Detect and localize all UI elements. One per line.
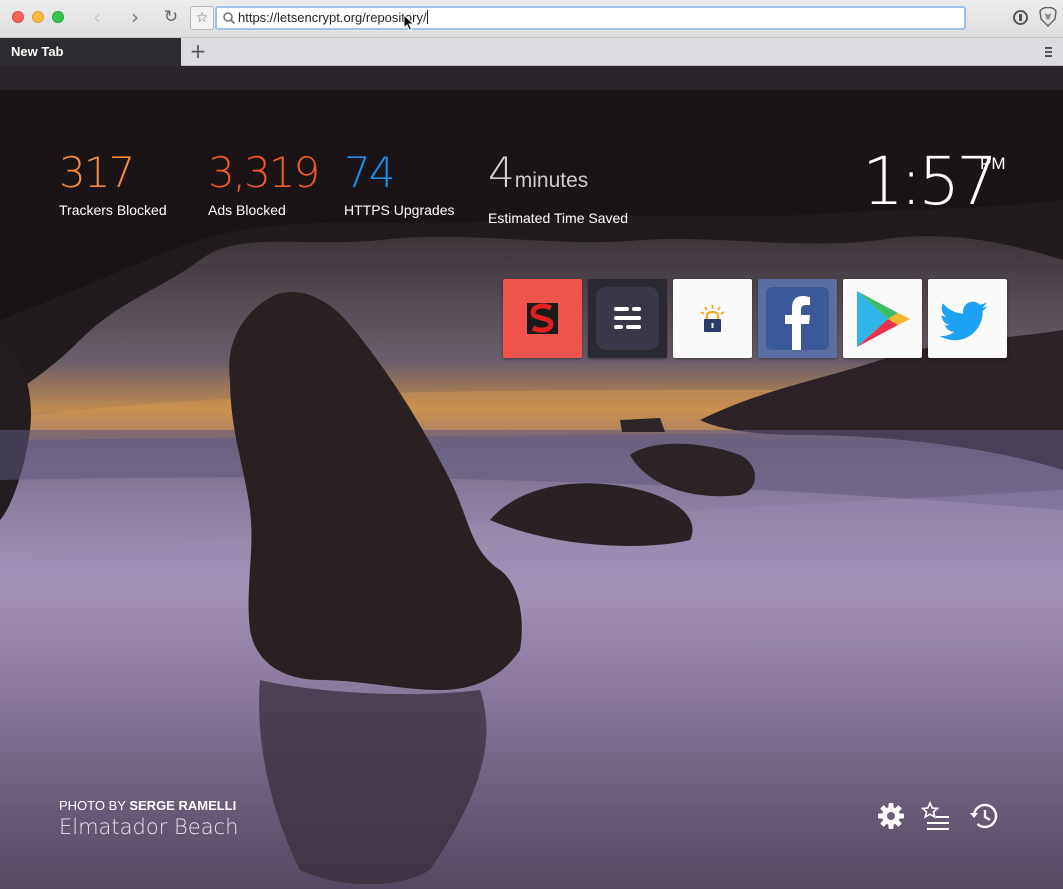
forward-button[interactable]: ›: [124, 6, 146, 30]
stat-time-saved: 4minutes Estimated Time Saved: [488, 150, 629, 227]
new-tab-button[interactable]: +: [188, 40, 208, 62]
stat-https: 74 HTTPS Upgrades: [344, 148, 455, 219]
brave-shields-icon[interactable]: [1039, 7, 1057, 27]
url-text: https://letsencrypt.org/repository/: [238, 10, 427, 25]
site-twitter[interactable]: [928, 279, 1007, 358]
bookmarks-bar: [0, 66, 1063, 90]
clock: 1:57 PM: [862, 143, 1006, 220]
reload-button[interactable]: ↻: [160, 6, 182, 30]
settings-gear-icon[interactable]: [875, 800, 907, 832]
photo-location: Elmatador Beach: [59, 815, 239, 839]
photo-credit: PHOTO BY SERGE RAMELLI Elmatador Beach: [59, 798, 238, 839]
mouse-cursor-icon: [403, 14, 415, 32]
letsencrypt-lock-icon: [700, 305, 725, 332]
time-saved-wrap: 4minutes: [488, 150, 628, 204]
page-info-icon[interactable]: [1013, 10, 1028, 25]
photographer-name: SERGE RAMELLI: [129, 798, 237, 813]
google-play-icon: [857, 291, 910, 347]
tabs-menu-icon[interactable]: [1042, 45, 1054, 59]
top-sites: [503, 279, 1007, 358]
https-label: HTTPS Upgrades: [344, 202, 455, 218]
ads-count: 3,319: [208, 148, 320, 197]
site-facebook[interactable]: [758, 279, 837, 358]
stat-trackers: 317 Trackers Blocked: [59, 148, 167, 219]
footer-actions: [873, 800, 1003, 832]
clock-ampm: PM: [980, 154, 1006, 173]
search-icon: [223, 12, 236, 25]
minimize-window-button[interactable]: [32, 11, 44, 23]
s-logo-icon: [527, 303, 558, 334]
url-text-wrap: https://letsencrypt.org/repository/: [238, 10, 428, 26]
twitter-icon: [939, 301, 988, 341]
history-icon[interactable]: [968, 800, 1000, 832]
address-bar[interactable]: https://letsencrypt.org/repository/: [215, 6, 966, 30]
photo-credit-prefix: PHOTO BY: [59, 798, 126, 813]
bars-logo-icon: [596, 287, 659, 350]
bookmarks-icon[interactable]: [921, 800, 953, 832]
photo-credit-line: PHOTO BY SERGE RAMELLI: [59, 798, 238, 813]
trackers-count: 317: [59, 148, 135, 197]
https-count: 74: [344, 148, 395, 197]
close-window-button[interactable]: [12, 11, 24, 23]
tab-new-tab[interactable]: New Tab: [0, 38, 181, 66]
site-google-play[interactable]: [843, 279, 922, 358]
tab-strip: New Tab +: [0, 38, 1063, 66]
site-s-red[interactable]: [503, 279, 582, 358]
ads-label: Ads Blocked: [208, 202, 286, 218]
time-saved-count: 4: [488, 148, 515, 197]
facebook-icon: [766, 287, 829, 350]
time-saved-unit: minutes: [514, 169, 589, 192]
text-caret: [426, 10, 428, 24]
site-dark-menu[interactable]: [588, 279, 667, 358]
time-saved-label: Estimated Time Saved: [488, 210, 629, 226]
trackers-label: Trackers Blocked: [59, 202, 167, 218]
bookmark-star-button[interactable]: ☆: [190, 6, 214, 30]
zoom-window-button[interactable]: [52, 11, 64, 23]
browser-toolbar: ‹ › ↻ ☆ https://letsencrypt.org/reposito…: [0, 0, 1063, 38]
clock-time: 1:57: [862, 143, 998, 220]
back-button[interactable]: ‹: [86, 6, 108, 30]
site-letsencrypt[interactable]: [673, 279, 752, 358]
stat-ads: 3,319 Ads Blocked: [208, 148, 320, 219]
new-tab-page: 317 Trackers Blocked 3,319 Ads Blocked 7…: [0, 90, 1063, 889]
